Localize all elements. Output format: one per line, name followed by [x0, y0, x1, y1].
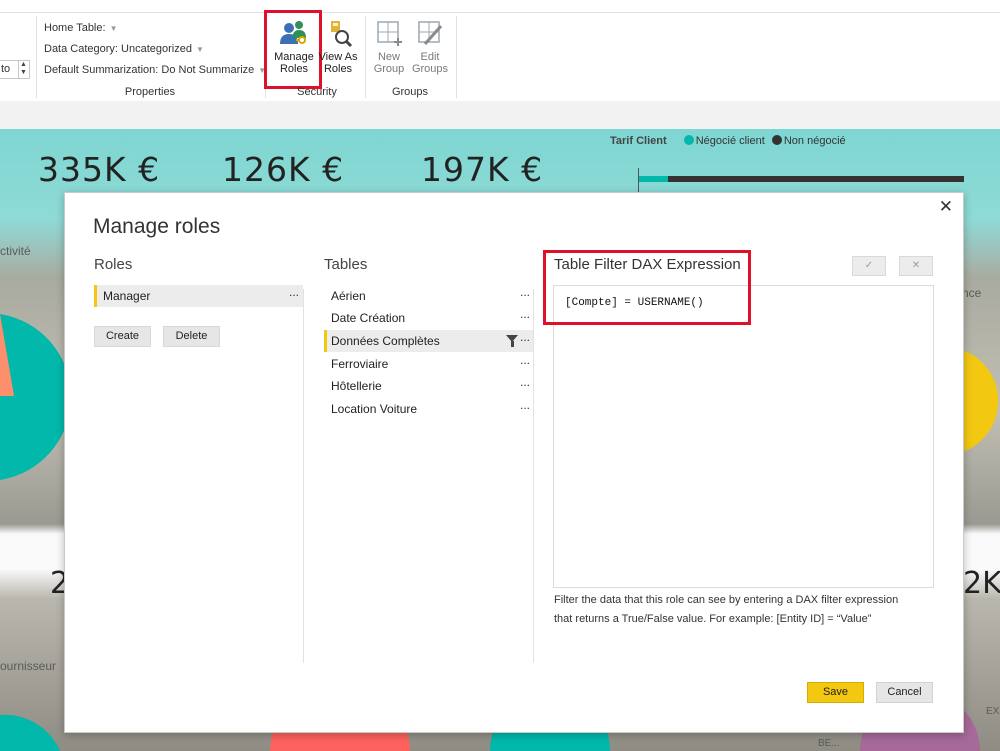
bar-axis [638, 168, 639, 192]
save-button[interactable]: Save [807, 682, 864, 703]
canvas-gap [0, 101, 1000, 129]
view-as-roles-button[interactable]: View As Roles [318, 18, 358, 75]
ribbon-separator [36, 16, 37, 98]
label-activite: ctivité [0, 244, 31, 258]
label-nce: nce [962, 286, 982, 300]
bar-negocie [638, 176, 668, 182]
close-icon[interactable]: ✕ [939, 197, 953, 217]
chart-legend: Tarif Client Négocié client Non négocié [610, 135, 846, 147]
legend-label: Non négocié [783, 135, 846, 147]
table-more-icon[interactable]: ... [520, 330, 530, 344]
table-name: Date Création [331, 311, 406, 325]
table-item-date-creation[interactable]: Date Création ... [324, 307, 534, 329]
help-line-2: that returns a True/False value. For exa… [554, 613, 872, 625]
pie-chart-left [0, 314, 64, 480]
cancel-button[interactable]: Cancel [876, 682, 933, 703]
legend-label: Négocié client [695, 135, 765, 147]
edit-groups-label-1: Edit [420, 51, 440, 63]
label-fournisseur: ournisseur [0, 659, 57, 673]
ribbon-separator [456, 16, 457, 98]
legend-item-non-negocie: Non négocié [771, 135, 846, 147]
table-name: Données Complètes [331, 334, 440, 348]
legend-title: Tarif Client [610, 135, 667, 147]
table-name: Location Voiture [331, 402, 418, 416]
table-item-donnees-completes[interactable]: Données Complètes ... [324, 330, 534, 352]
dialog-title: Manage roles [93, 215, 221, 238]
edit-groups-icon [418, 21, 443, 45]
pie-chart-right [962, 350, 999, 452]
ribbon-top-divider [0, 12, 1000, 13]
table-name: Aérien [331, 289, 366, 303]
delete-button[interactable]: Delete [163, 326, 220, 347]
edit-groups-button[interactable]: Edit Groups [410, 18, 450, 75]
new-group-label-1: New [377, 51, 400, 63]
manage-roles-highlight-box [264, 10, 322, 89]
table-item-ferroviaire[interactable]: Ferroviaire ... [324, 353, 534, 375]
spinner-arrows-icon[interactable]: ▲ ▼ [18, 61, 28, 78]
column-divider [303, 289, 304, 663]
table-item-location-voiture[interactable]: Location Voiture ... [324, 398, 534, 420]
table-name: Ferroviaire [331, 357, 389, 371]
view-as-roles-icon [331, 21, 353, 48]
dax-help-text: Filter the data that this role can see b… [554, 591, 934, 629]
properties-group-label: Properties [124, 86, 176, 98]
data-category-label: Data Category: Uncategorized [44, 43, 192, 55]
kpi-right-partial: 2K [963, 566, 1000, 601]
new-group-button[interactable]: New Group [370, 18, 408, 75]
ribbon-separator [365, 16, 366, 98]
role-item-manager[interactable]: Manager ... [94, 285, 303, 307]
edit-groups-label-2: Groups [411, 63, 449, 75]
filter-icon [506, 335, 518, 347]
ribbon: to ▲ ▼ Home Table: ▼ Data Category: Uncate… [0, 0, 1000, 102]
legend-item-negocie: Négocié client [683, 135, 765, 147]
accept-expression-button[interactable]: ✓ [852, 256, 886, 276]
kpi-card-1: 335K € [38, 150, 161, 189]
dax-expression-editor[interactable]: [Compte] = USERNAME() [553, 285, 934, 588]
default-summarization-dropdown[interactable]: Default Summarization: Do Not Summarize ▼ [44, 64, 266, 76]
kpi-card-3: 197K € [421, 150, 544, 189]
role-more-icon[interactable]: ... [289, 285, 299, 299]
roles-header: Roles [94, 256, 133, 273]
security-group-label: Security [297, 86, 337, 98]
new-group-label-2: Group [373, 63, 405, 75]
table-more-icon[interactable]: ... [520, 375, 530, 389]
help-line-1: Filter the data that this role can see b… [554, 594, 899, 606]
create-button[interactable]: Create [94, 326, 151, 347]
manage-roles-dialog: Manage roles ✕ Roles Manager ... Create … [64, 192, 964, 733]
chevron-down-icon: ▼ [195, 45, 204, 54]
legend-dot-icon [771, 135, 782, 145]
data-category-dropdown[interactable]: Data Category: Uncategorized ▼ [44, 43, 204, 55]
default-summarization-label: Default Summarization: Do Not Summarize [44, 64, 255, 76]
table-item-hotellerie[interactable]: Hôtellerie ... [324, 375, 534, 397]
discard-expression-button[interactable]: ✕ [899, 256, 933, 276]
groups-group-label: Groups [391, 86, 429, 98]
view-as-roles-label-1: View As [318, 51, 358, 63]
table-more-icon[interactable]: ... [520, 353, 530, 367]
tables-header: Tables [324, 256, 368, 273]
spinner-value: to [1, 63, 11, 75]
table-more-icon[interactable]: ... [520, 285, 530, 299]
chevron-down-icon: ▼ [109, 24, 118, 33]
view-as-roles-label-2: Roles [323, 63, 353, 75]
legend-dot-icon [683, 135, 694, 145]
new-group-icon [377, 21, 402, 46]
bar-non-negocie [668, 176, 964, 182]
home-table-label: Home Table: [44, 22, 106, 34]
kpi-card-2: 126K € [222, 150, 345, 189]
column-divider [533, 289, 534, 663]
home-table-dropdown[interactable]: Home Table: ▼ [44, 22, 117, 34]
dax-highlight-box [543, 250, 751, 325]
role-name: Manager [103, 289, 151, 303]
table-more-icon[interactable]: ... [520, 398, 530, 412]
table-more-icon[interactable]: ... [520, 307, 530, 321]
table-item-aerien[interactable]: Aérien ... [324, 285, 534, 307]
spinner-input[interactable]: to ▲ ▼ [0, 60, 30, 79]
table-name: Hôtellerie [331, 379, 382, 393]
